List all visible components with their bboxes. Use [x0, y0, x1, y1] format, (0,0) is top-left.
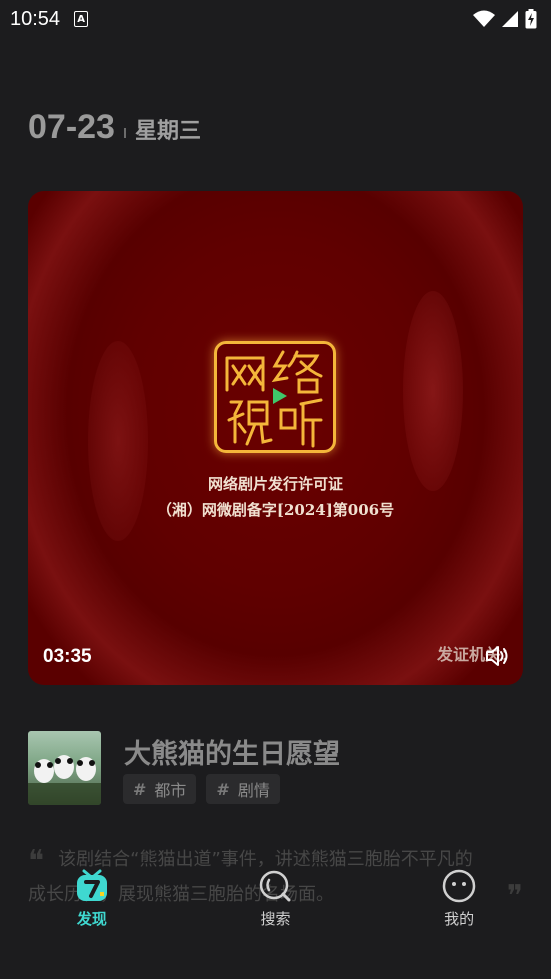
bottom-nav: 发现 搜索 我的 [0, 860, 551, 940]
poster-ground [28, 783, 101, 805]
hash-icon: # [216, 779, 230, 799]
tag-chip[interactable]: # 剧情 [206, 774, 280, 804]
notification-icon: A [74, 11, 89, 27]
tag-label: 剧情 [237, 781, 270, 800]
hash-icon: # [133, 779, 147, 799]
drama-info: 大熊猫的生日愿望 # 都市 # 剧情 [28, 731, 523, 805]
drama-tags: # 都市 # 剧情 [123, 774, 280, 804]
tag-chip[interactable]: # 都市 [123, 774, 197, 804]
drama-poster[interactable] [28, 731, 101, 805]
poster-panda [34, 759, 54, 783]
license-title: 网络剧片发行许可证 [207, 475, 343, 493]
wifi-icon [473, 10, 495, 27]
profile-face-icon [442, 869, 476, 903]
signal-icon [502, 11, 518, 27]
battery-charging-icon [525, 9, 537, 29]
poster-panda [76, 757, 96, 781]
license-number: （湘）网微剧备字[2024]第006号 [156, 501, 395, 519]
status-bar: 10:54 A [0, 0, 551, 38]
network-audiovisual-seal-icon [214, 341, 336, 453]
video-player[interactable]: 网络剧片发行许可证 （湘）网微剧备字[2024]第006号 03:35 发证机关… [28, 191, 523, 685]
date-text: 07-23 [28, 108, 115, 146]
video-duration: 03:35 [43, 646, 92, 667]
nav-discover[interactable]: 发现 [32, 860, 152, 929]
volume-icon[interactable] [485, 645, 509, 671]
drama-title[interactable]: 大熊猫的生日愿望 [124, 732, 340, 771]
nav-discover-label: 发现 [76, 910, 107, 928]
nav-search[interactable]: 搜索 [215, 860, 335, 929]
status-time: 10:54 [10, 7, 61, 30]
weekday-text: 星期三 [134, 119, 201, 144]
nav-search-label: 搜索 [260, 910, 291, 928]
nav-profile[interactable]: 我的 [399, 860, 519, 929]
date-divider [123, 128, 126, 138]
tag-label: 都市 [154, 781, 187, 800]
poster-panda [54, 755, 74, 779]
date-header: 07-23 星期三 [28, 108, 201, 147]
video-glow-right [403, 291, 463, 491]
search-icon [260, 870, 291, 902]
nav-profile-label: 我的 [444, 910, 475, 928]
discover-icon [76, 869, 107, 901]
